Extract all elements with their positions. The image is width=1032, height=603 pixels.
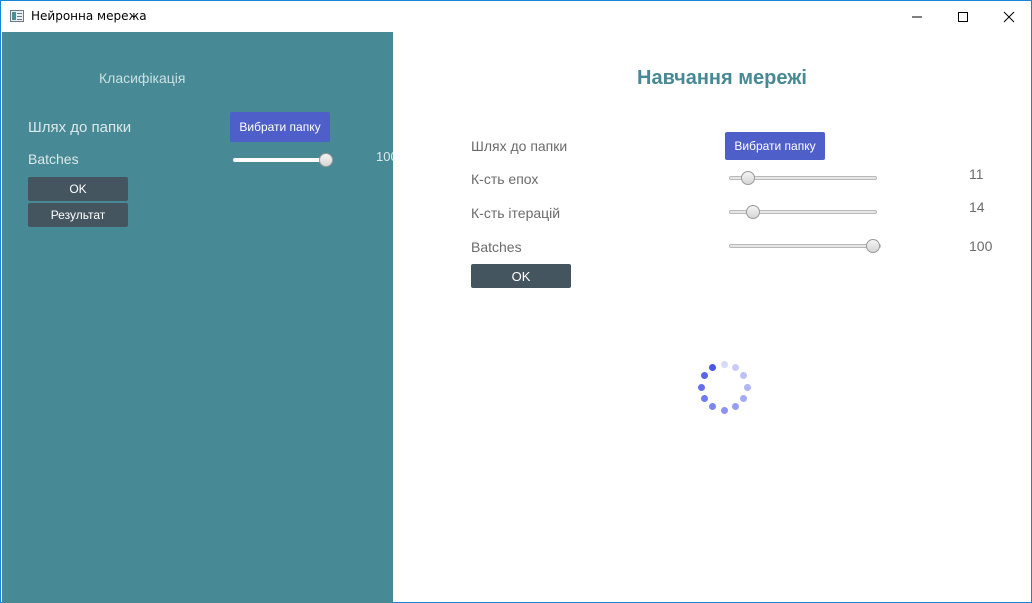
classification-folder-label: Шлях до папки	[28, 119, 132, 136]
spinner-dot	[697, 383, 705, 391]
spinner-dot	[743, 383, 751, 391]
classification-panel: Класифікація Шлях до папки Вибрати папку…	[2, 32, 393, 603]
spinner-dot	[700, 395, 708, 402]
spinner-dot	[740, 395, 748, 402]
training-iterations-slider[interactable]	[729, 205, 877, 219]
main-window: Нейронна мережа Класифікація Шлях до пап…	[0, 0, 1032, 603]
training-batches-slider[interactable]	[729, 239, 881, 253]
maximize-button[interactable]	[940, 1, 986, 32]
training-ok-button[interactable]: OK	[471, 264, 571, 288]
classification-batches-slider[interactable]	[233, 153, 333, 167]
training-choose-folder-button[interactable]: Вибрати папку	[725, 132, 825, 160]
spinner-dot	[732, 363, 739, 371]
classification-result-button[interactable]: Результат	[28, 203, 128, 227]
training-epochs-label: К-сть епох	[471, 171, 539, 187]
maximize-icon	[958, 12, 968, 22]
spinner-dot	[700, 372, 708, 379]
spinner-dot	[740, 372, 748, 379]
training-batches-label: Batches	[471, 239, 522, 255]
spinner-dot	[709, 403, 716, 411]
app-window-icon	[10, 10, 24, 22]
training-iterations-value: 14	[969, 199, 985, 215]
close-icon	[1003, 11, 1015, 23]
training-batches-value: 100	[969, 238, 993, 254]
training-epochs-slider[interactable]	[729, 171, 877, 185]
slider-thumb[interactable]	[866, 239, 880, 253]
spinner-dot	[720, 360, 728, 368]
classification-batches-label: Batches	[28, 151, 79, 167]
training-epochs-value: 11	[969, 166, 984, 182]
minimize-icon	[912, 16, 922, 18]
title-bar: Нейронна мережа	[1, 1, 1031, 32]
classification-choose-folder-button[interactable]: Вибрати папку	[230, 112, 330, 142]
slider-track	[233, 158, 333, 162]
classification-batches-value: 100	[376, 149, 393, 164]
minimize-button[interactable]	[894, 1, 940, 32]
spinner-dot	[732, 403, 739, 411]
loading-spinner-icon	[697, 360, 751, 414]
slider-thumb[interactable]	[741, 171, 755, 185]
training-folder-label: Шлях до папки	[471, 138, 568, 154]
training-title: Навчання мережі	[637, 67, 807, 89]
slider-thumb[interactable]	[746, 205, 760, 219]
slider-track	[729, 244, 881, 248]
classification-title: Класифікація	[99, 70, 186, 86]
classification-ok-button[interactable]: OK	[28, 177, 128, 201]
spinner-dot	[709, 363, 716, 371]
spinner-dot	[720, 406, 728, 414]
window-title: Нейронна мережа	[31, 9, 147, 23]
slider-thumb[interactable]	[319, 153, 333, 167]
close-button[interactable]	[986, 1, 1032, 32]
training-iterations-label: К-сть ітерацій	[471, 205, 561, 221]
